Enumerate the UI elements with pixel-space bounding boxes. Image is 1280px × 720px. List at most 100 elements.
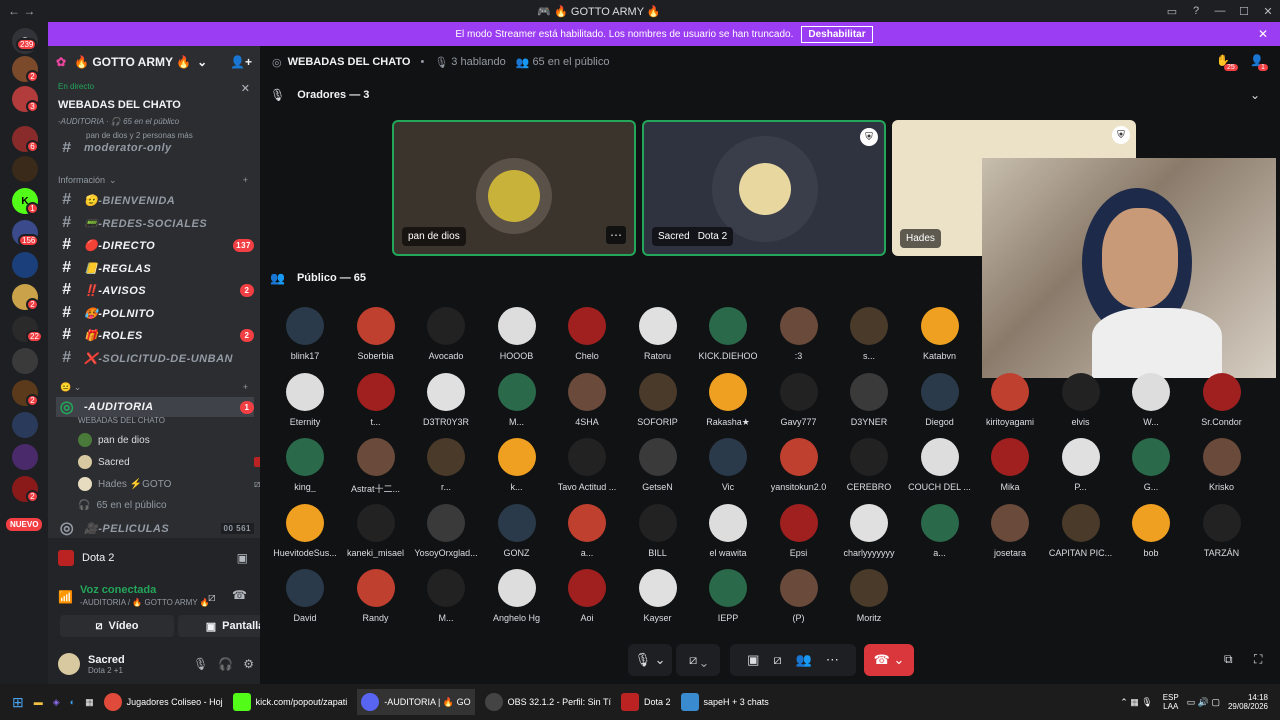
category-info[interactable]: Información ⌄ + [58, 175, 248, 186]
speaker-card[interactable]: pan de dios ⋯ [392, 120, 636, 256]
speakers-header[interactable]: 🎙 Oradores — 3 ⌄ [270, 88, 1260, 102]
audience-member[interactable]: elvis [1046, 372, 1116, 427]
audience-member[interactable]: Tavo Actitud ... [552, 438, 622, 492]
popout-icon[interactable]: ⧉ [1224, 652, 1233, 667]
audience-member[interactable]: KICK.DIEHOO [693, 307, 763, 361]
audience-member[interactable]: IEPP [693, 569, 763, 623]
copilot-icon[interactable]: ◈ [53, 697, 60, 708]
inbox-icon[interactable]: ▭ [1160, 5, 1184, 18]
more-icon[interactable]: ⋯ [606, 226, 626, 244]
channel-redes[interactable]: # 📟-REDES-SOCIALES [56, 212, 254, 234]
stage-controls[interactable]: ▣ ⧄ 👥 ⋯ [730, 644, 856, 676]
chevron-down-icon[interactable]: ⌄ [1250, 88, 1260, 102]
invite-icon[interactable]: 👥 [796, 652, 812, 668]
taskbar-kick[interactable]: kick.com/popout/zapati [232, 693, 347, 711]
server-header[interactable]: ✿ 🔥 GOTTO ARMY 🔥 ⌄ 👤+ [48, 46, 260, 78]
mic-button[interactable]: 🎙 ⌄ [628, 644, 672, 676]
audience-member[interactable]: Moritz [834, 569, 904, 623]
server-icon[interactable] [12, 348, 38, 374]
audience-member[interactable]: 4SHA [552, 372, 622, 427]
taskbar-discord[interactable]: -AUDITORIA | 🔥 GO [357, 689, 475, 715]
audience-member[interactable]: Katabvn [905, 307, 975, 361]
voice-user[interactable]: pan de dios [78, 430, 150, 450]
audience-member[interactable]: Randy [341, 569, 411, 623]
help-icon[interactable]: ? [1184, 5, 1208, 17]
channel-polnito[interactable]: # 🥵-POLNITO [56, 302, 254, 324]
audience-member[interactable]: Avocado [411, 307, 481, 361]
audience-member[interactable]: HuevitodeSus... [270, 503, 340, 558]
audience-member[interactable]: D3TR0Y3R [411, 372, 481, 427]
stage-audience[interactable]: 🎧 65 en el público [78, 495, 167, 515]
audience-member[interactable]: M... [411, 569, 481, 623]
taskbar-chat[interactable]: sapeH + 3 chats [680, 693, 769, 711]
audience-member[interactable]: Ratoru [623, 307, 693, 361]
more-icon[interactable]: ⋯ [826, 652, 839, 668]
audience-member[interactable]: CAPITAN PIC... [1046, 503, 1116, 558]
audience-member[interactable]: charlyyyyyyy [834, 503, 904, 558]
close-banner-icon[interactable]: ✕ [1258, 27, 1268, 41]
video-button[interactable]: ⧄ Vídeo [60, 615, 174, 637]
gear-icon[interactable]: ⚙ [243, 657, 254, 671]
audience-member[interactable]: (P) [764, 569, 834, 623]
category-voice[interactable]: 😐 ⌄ + [60, 382, 248, 393]
audience-member[interactable]: COUCH DEL ... [905, 438, 975, 492]
audience-member[interactable]: HOOOB [482, 307, 552, 361]
voice-user[interactable]: Sacred [78, 452, 264, 472]
headphones-icon[interactable]: 🎧 [218, 657, 233, 671]
noise-icon[interactable]: ⧄ [208, 590, 216, 605]
fullscreen-icon[interactable]: ⛶ [1254, 652, 1262, 667]
audience-member[interactable]: Epsi [764, 503, 834, 558]
audience-member[interactable]: k... [482, 438, 552, 492]
channel-peliculas[interactable]: ◎ 🎥-PELICULAS 00 561 [56, 518, 254, 538]
tray-icons[interactable]: ⌃ ▦ 🎙 [1120, 697, 1152, 708]
audience-member[interactable]: CEREBRO [834, 438, 904, 492]
audience-member[interactable]: Diegod [905, 372, 975, 427]
add-member-icon[interactable]: 👤+ [230, 55, 252, 69]
audience-member[interactable]: SOFORIP [623, 372, 693, 427]
windows-start-icon[interactable]: ⊞ [12, 694, 24, 711]
minimize-icon[interactable]: — [1208, 5, 1232, 17]
channel-reglas[interactable]: # 📒-REGLAS [56, 257, 254, 279]
live-panel[interactable]: En directo ✕ WEBADAS DEL CHATO -AUDITORIA… [48, 78, 260, 144]
channel-bienvenida[interactable]: # 🫡-BIENVENIDA [56, 189, 254, 211]
network-icon[interactable]: ▭ 🔊 ▢ [1187, 697, 1220, 708]
audience-member[interactable]: Anghelo Hg [482, 569, 552, 623]
nav-arrows[interactable]: ← → [8, 4, 38, 18]
taskbar-chrome[interactable]: Jugadores Coliseo - Hoj [103, 693, 223, 711]
speaker-card[interactable]: ⛨ Sacred Dota 2 [642, 120, 886, 256]
maximize-icon[interactable]: ☐ [1232, 5, 1256, 18]
audience-member[interactable]: Eternity [270, 372, 340, 427]
audience-member[interactable]: Vic [693, 438, 763, 492]
audience-member[interactable]: Astrat十二... [341, 438, 411, 495]
channel-moderator[interactable]: # moderator-only [56, 142, 254, 154]
audience-member[interactable]: M... [482, 372, 552, 427]
taskbar-dota[interactable]: Dota 2 [620, 693, 671, 711]
audience-member[interactable]: Mika [975, 438, 1045, 492]
audience-member[interactable]: blink17 [270, 307, 340, 361]
close-icon[interactable]: ✕ [241, 82, 250, 95]
audience-member[interactable]: kaneki_misael [341, 503, 411, 558]
server-icon[interactable] [12, 156, 38, 182]
audience-member[interactable]: TARZÁN [1187, 503, 1257, 558]
audience-member[interactable]: josetara [975, 503, 1045, 558]
disconnect-icon[interactable]: ☎ [232, 588, 247, 602]
activity-icon[interactable]: ▣ [237, 551, 248, 565]
audience-member[interactable]: GONZ [482, 503, 552, 558]
explorer-icon[interactable]: ▬ [34, 697, 43, 707]
audience-member[interactable]: P... [1046, 438, 1116, 492]
activity[interactable]: Dota 2 ▣ [58, 550, 248, 566]
mic-icon[interactable]: 🎙 [193, 657, 208, 671]
audience-member[interactable]: a... [552, 503, 622, 558]
add-channel-icon[interactable]: + [243, 382, 248, 393]
audience-member[interactable]: Soberbia [341, 307, 411, 361]
screen-icon[interactable]: ▣ [747, 652, 759, 668]
audience-member[interactable]: G... [1116, 438, 1186, 492]
camera-button[interactable]: ⧄ ⌄ [676, 644, 720, 676]
channel-unban[interactable]: # ❌-SOLICITUD-DE-UNBAN [56, 347, 254, 369]
audience-member[interactable]: Rakasha★ [693, 372, 763, 428]
clock[interactable]: 14:18 29/08/2026 [1228, 693, 1268, 711]
taskbar-obs[interactable]: OBS 32.1.2 - Perfil: Sin Tí [484, 693, 611, 711]
audience-member[interactable]: :3 [764, 307, 834, 361]
audience-member[interactable]: s... [834, 307, 904, 361]
language[interactable]: ESP LAA [1163, 693, 1179, 711]
